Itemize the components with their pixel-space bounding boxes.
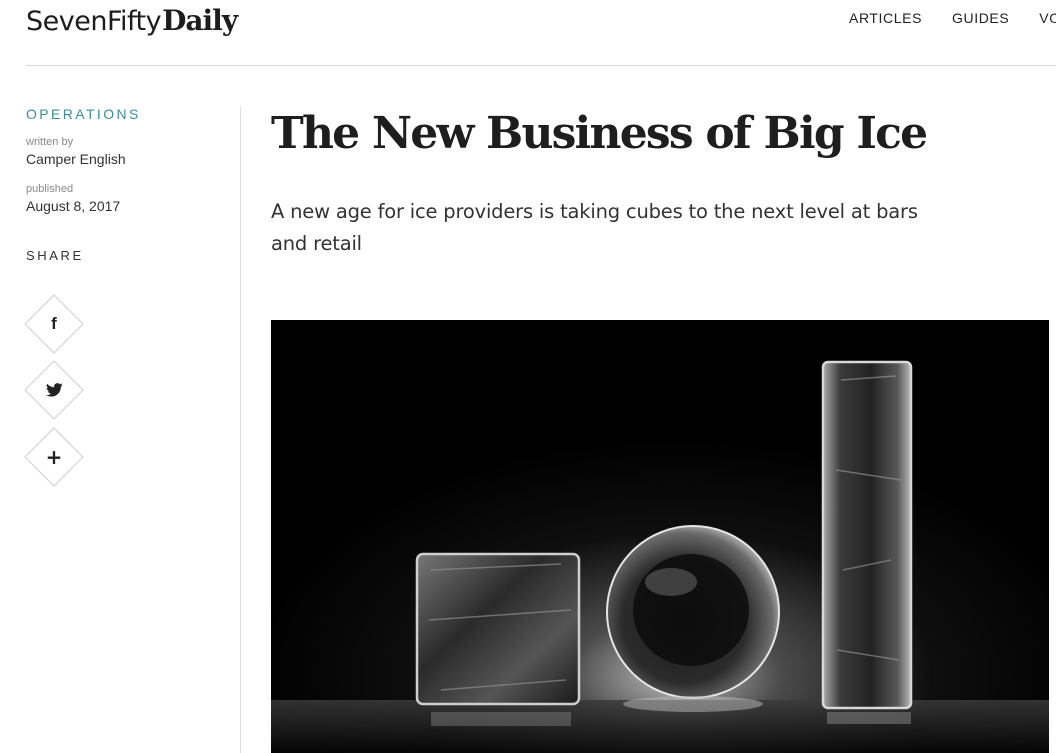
nav-guides[interactable]: GUIDES xyxy=(952,10,1009,26)
facebook-icon: f xyxy=(51,314,57,333)
published-label: published xyxy=(26,183,74,195)
share-more-button[interactable]: + xyxy=(24,427,84,487)
article-sidebar: OPERATIONS written by Camper English pub… xyxy=(26,106,216,263)
nav-voices[interactable]: VOI xyxy=(1039,10,1056,26)
hero-image xyxy=(271,320,1049,753)
author-name[interactable]: Camper English xyxy=(26,151,216,167)
sidebar-divider xyxy=(240,106,241,753)
nav-articles[interactable]: ARTICLES xyxy=(849,10,922,26)
share-facebook-button[interactable]: f xyxy=(24,294,84,354)
logo-text-bold: Daily xyxy=(162,4,238,37)
article-dek: A new age for ice providers is taking cu… xyxy=(271,200,918,255)
publish-date: August 8, 2017 xyxy=(26,198,121,214)
main-nav: ARTICLES GUIDES VOI xyxy=(849,10,1056,26)
site-logo[interactable]: SevenFifty Daily xyxy=(26,4,238,44)
twitter-icon xyxy=(33,369,75,411)
plus-icon: + xyxy=(45,445,63,469)
category-link[interactable]: OPERATIONS xyxy=(26,106,216,122)
written-by-label: written by xyxy=(26,136,74,148)
article-title: The New Business of Big Ice xyxy=(271,108,928,159)
logo-text-light: SevenFifty xyxy=(26,6,162,37)
share-twitter-button[interactable] xyxy=(24,360,84,420)
share-label: SHARE xyxy=(26,248,84,263)
header-divider xyxy=(26,65,1056,66)
